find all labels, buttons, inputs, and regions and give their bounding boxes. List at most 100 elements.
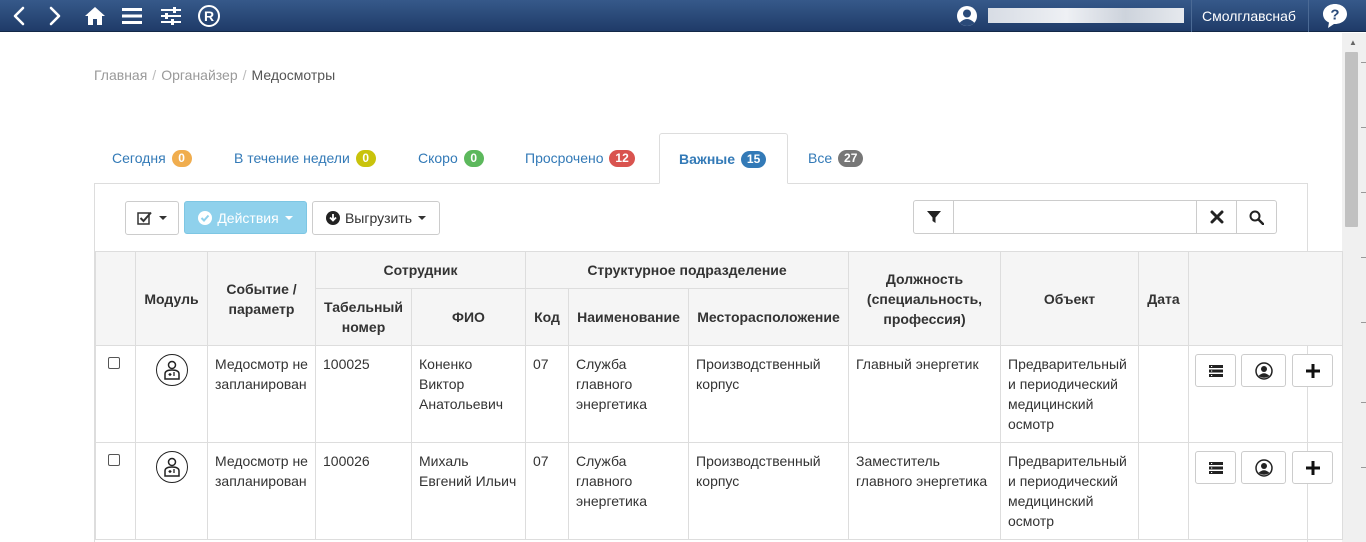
breadcrumb-separator: / [242, 67, 247, 83]
header-module[interactable]: Модуль [135, 251, 208, 346]
filter-icon [926, 211, 941, 223]
home-icon[interactable] [82, 3, 108, 29]
scroll-marker [1361, 322, 1366, 323]
tab-label: Просрочено [525, 150, 604, 166]
medical-module-icon [155, 451, 188, 483]
svg-text:R: R [204, 8, 214, 24]
header-row-actions [1188, 251, 1343, 346]
header-select [95, 251, 136, 346]
forward-icon[interactable] [42, 3, 68, 29]
scroll-up-arrow[interactable]: ▲ [1349, 38, 1357, 47]
header-name[interactable]: Наименование [568, 288, 689, 346]
cell-fio: Коненко Виктор Анатольевич [411, 345, 526, 443]
tab-soon[interactable]: Скоро 0 [418, 133, 484, 183]
download-icon [325, 211, 340, 225]
employee-card-button[interactable] [1241, 354, 1286, 387]
tab-this-week[interactable]: В течение недели 0 [234, 133, 376, 183]
help-icon[interactable]: ? [1322, 3, 1348, 32]
svg-text:?: ? [1330, 7, 1339, 24]
user-icon [1254, 458, 1273, 477]
cell-fio: Михаль Евгений Ильич [411, 442, 526, 540]
list-icon [1208, 461, 1223, 474]
plus-icon [1305, 363, 1320, 378]
plus-icon [1305, 460, 1320, 475]
breadcrumb-current: Медосмотры [251, 67, 336, 83]
menu-icon[interactable] [119, 3, 145, 29]
table-row[interactable]: Медосмотр не запланирован 100026 Михаль … [95, 442, 1343, 540]
tab-important[interactable]: Важные 15 [659, 133, 788, 184]
tab-overdue[interactable]: Просрочено 12 [525, 133, 635, 183]
header-division: Структурное подразделение [525, 251, 849, 289]
scroll-marker [1361, 467, 1366, 468]
cell-name: Служба главного энергетика [568, 345, 689, 443]
search-input[interactable] [953, 200, 1197, 234]
scroll-marker [1361, 257, 1366, 258]
scroll-marker [1361, 62, 1366, 63]
actions-dropdown-button[interactable]: Действия [184, 201, 307, 234]
tab-all[interactable]: Все 27 [808, 133, 864, 183]
employee-card-button[interactable] [1241, 451, 1286, 484]
search-button[interactable] [1236, 200, 1277, 234]
check-circle-icon [198, 210, 213, 225]
user-menu[interactable] [956, 0, 978, 32]
add-button[interactable] [1292, 354, 1333, 387]
cell-event: Медосмотр не запланирован [207, 442, 316, 540]
select-all-dropdown[interactable] [125, 201, 179, 235]
header-position[interactable]: Должность (специальность, профессия) [848, 251, 1001, 346]
breadcrumb-link-home[interactable]: Главная [94, 67, 147, 83]
registered-icon[interactable]: R [196, 3, 222, 29]
count-badge: 0 [463, 150, 484, 167]
tab-label: Сегодня [112, 150, 166, 166]
breadcrumb-link-organizer[interactable]: Органайзер [161, 67, 237, 83]
chevron-down-icon [284, 215, 293, 220]
checkbox-checked-icon [137, 211, 152, 225]
tab-bar: Сегодня 0 В течение недели 0 Скоро 0 Про… [94, 133, 1308, 184]
chevron-down-icon [418, 216, 427, 220]
header-fio[interactable]: ФИО [411, 288, 526, 346]
cell-tab-number: 100026 [315, 442, 412, 540]
settings-sliders-icon[interactable] [158, 3, 184, 29]
cell-object: Предварительный и периодический медицинс… [1000, 345, 1139, 443]
scroll-marker [1361, 402, 1366, 403]
export-dropdown-button[interactable]: Выгрузить [312, 201, 440, 235]
cell-name: Служба главного энергетика [568, 442, 689, 540]
header-tab-number[interactable]: Табельный номер [315, 288, 412, 346]
cell-location: Производственный корпус [688, 345, 849, 443]
header-date[interactable]: Дата [1138, 251, 1189, 346]
chevron-down-icon [159, 216, 167, 220]
cell-location: Производственный корпус [688, 442, 849, 540]
count-badge: 15 [740, 151, 767, 168]
details-button[interactable] [1195, 354, 1236, 387]
back-icon[interactable] [6, 3, 32, 29]
organization-name[interactable]: Смолглавснаб [1202, 0, 1296, 32]
row-checkbox[interactable] [108, 357, 120, 369]
cell-event: Медосмотр не запланирован [207, 345, 316, 443]
count-badge: 27 [838, 150, 864, 167]
header-location[interactable]: Месторасположение [688, 288, 849, 346]
cell-position: Главный энергетик [848, 345, 1001, 443]
breadcrumb: Главная / Органайзер / Медосмотры [94, 67, 335, 83]
medical-exams-table: Модуль Событие / параметр Сотрудник Стру… [95, 251, 1343, 540]
header-event[interactable]: Событие / параметр [207, 251, 316, 346]
header-employee: Сотрудник [315, 251, 526, 289]
breadcrumb-separator: / [152, 67, 157, 83]
cell-tab-number: 100025 [315, 345, 412, 443]
header-code[interactable]: Код [525, 288, 569, 346]
scrollbar-thumb[interactable] [1345, 52, 1358, 227]
tab-today[interactable]: Сегодня 0 [112, 133, 192, 183]
search-icon [1249, 210, 1264, 225]
clear-search-button[interactable] [1196, 200, 1237, 234]
scroll-marker [1361, 127, 1366, 128]
row-checkbox[interactable] [108, 454, 120, 466]
cell-object: Предварительный и периодический медицинс… [1000, 442, 1139, 540]
table-row[interactable]: Медосмотр не запланирован 100025 Коненко… [95, 345, 1343, 443]
scroll-marker [1361, 192, 1366, 193]
cell-code: 07 [525, 442, 569, 540]
filter-button[interactable] [913, 200, 954, 234]
cell-position: Заместитель главного энергетика [848, 442, 1001, 540]
header-object[interactable]: Объект [1000, 251, 1139, 346]
add-button[interactable] [1292, 451, 1333, 484]
tab-label: В течение недели [234, 150, 350, 166]
details-button[interactable] [1195, 451, 1236, 484]
count-badge: 0 [171, 150, 192, 167]
